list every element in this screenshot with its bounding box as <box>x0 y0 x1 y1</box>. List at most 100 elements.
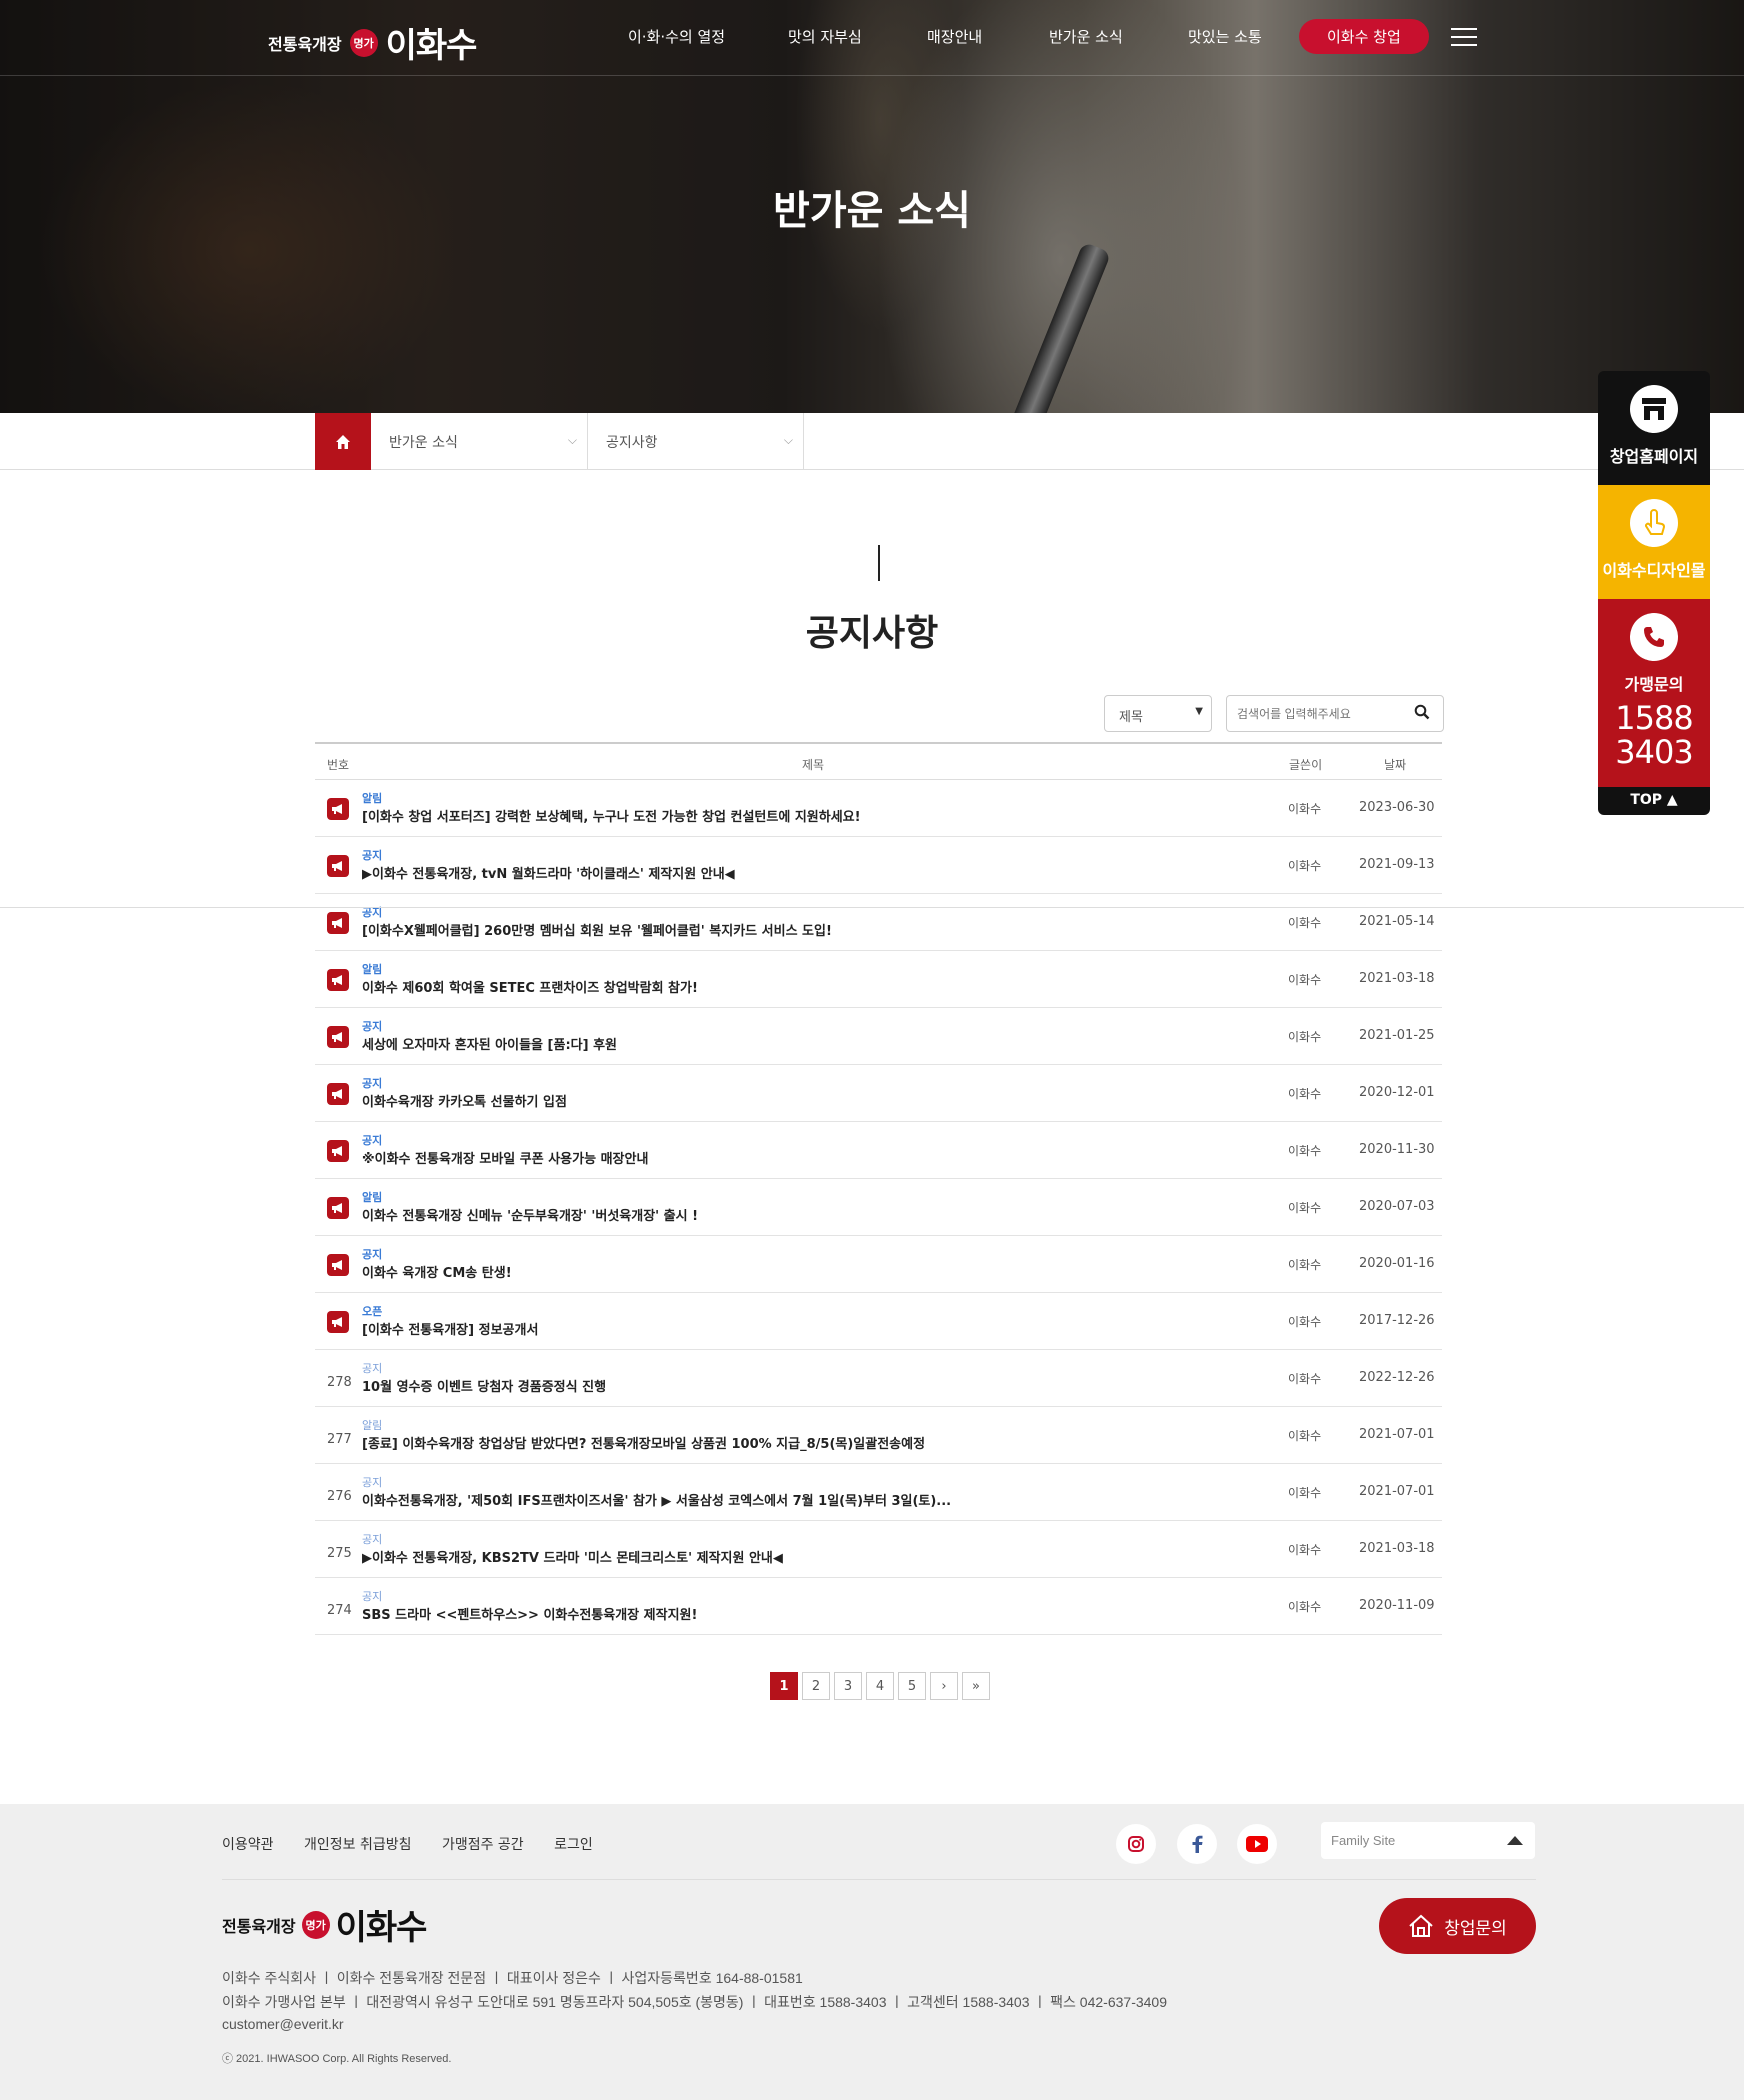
facebook-icon[interactable] <box>1177 1824 1217 1864</box>
table-row[interactable]: 공지 이화수 육개장 CM송 탄생! 이화수 2020-01-16 <box>315 1236 1442 1293</box>
megaphone-icon <box>327 1254 349 1276</box>
nav-item-community[interactable]: 맛있는 소통 <box>1188 26 1262 47</box>
col-date: 날짜 <box>1384 758 1407 772</box>
nav-item-passion[interactable]: 이·화·수의 열정 <box>628 26 725 47</box>
caret-up-icon <box>1507 1836 1523 1845</box>
page-2[interactable]: 2 <box>802 1672 830 1700</box>
row-number: 274 <box>327 1603 352 1618</box>
row-author: 이화수 <box>1288 1543 1322 1557</box>
row-date: 2017-12-26 <box>1359 1313 1435 1328</box>
row-date: 2021-07-01 <box>1359 1484 1435 1499</box>
row-number: 276 <box>327 1489 352 1504</box>
megaphone-icon <box>327 1026 349 1048</box>
franchise-homepage-button[interactable]: 창업홈페이지 <box>1598 371 1710 485</box>
page-5[interactable]: 5 <box>898 1672 926 1700</box>
row-category: 공지 <box>362 1020 383 1033</box>
table-row[interactable]: 공지 이화수육개장 카카오톡 선물하기 입점 이화수 2020-12-01 <box>315 1065 1442 1122</box>
table-row[interactable]: 알림 이화수 제60회 학여울 SETEC 프랜차이즈 창업박람회 참가! 이화수 2… <box>315 951 1442 1008</box>
pen-image <box>1008 241 1112 413</box>
franchise-inquiry-cta-label: 창업문의 <box>1444 1918 1507 1939</box>
nav-item-pride[interactable]: 맛의 자부심 <box>788 26 862 47</box>
megaphone-icon <box>327 1140 349 1162</box>
search-button[interactable] <box>1414 704 1432 722</box>
row-title-link[interactable]: [이화수X웰페어클럽] 260만명 멤버십 회원 보유 '웰페어클럽' 복지카드… <box>362 920 832 939</box>
instagram-icon[interactable] <box>1116 1824 1156 1864</box>
row-title-link[interactable]: ▶이화수 전통육개장, tvN 월화드라마 '하이클래스' 제작지원 안내◀ <box>362 863 735 882</box>
row-number: 275 <box>327 1546 352 1561</box>
search-input[interactable] <box>1226 695 1444 732</box>
megaphone-icon <box>327 798 349 820</box>
table-row[interactable]: 276 공지 이화수전통육개장, '제50회 IFS프랜차이즈서울' 참가 ▶ 서울… <box>315 1464 1442 1521</box>
copyright: ⓒ 2021. IHWASOO Corp. All Rights Reserve… <box>222 2053 452 2065</box>
row-category: 알림 <box>362 792 383 805</box>
subnav-page-label: 공지사항 <box>606 435 658 451</box>
table-row[interactable]: 공지 세상에 오자마자 혼자된 아이들을 [품:다] 후원 이화수 2021-01-2… <box>315 1008 1442 1065</box>
row-title-link[interactable]: ▶이화수 전통육개장, KBS2TV 드라마 '미스 몬테크리스토' 제작지원 … <box>362 1547 783 1566</box>
nav-item-news[interactable]: 반가운 소식 <box>1049 26 1123 47</box>
table-row[interactable]: 공지 ※이화수 전통육개장 모바일 쿠폰 사용가능 매장안내 이화수 2020-11-… <box>315 1122 1442 1179</box>
row-title-link[interactable]: [이화수 창업 서포터즈] 강력한 보상혜택, 누구나 도전 가능한 창업 컨설… <box>362 806 861 825</box>
table-row[interactable]: 278 공지 10월 영수증 이벤트 당첨자 경품증정식 진행 이화수 2022-12-… <box>315 1350 1442 1407</box>
row-category: 오픈 <box>362 1305 383 1318</box>
table-row[interactable]: 알림 이화수 전통육개장 신메뉴 '순두부육개장' '버섯육개장' 출시 ! 이화수… <box>315 1179 1442 1236</box>
subnav-select-section[interactable]: 반가운 소식 ⌵ <box>371 413 588 470</box>
row-date: 2020-11-09 <box>1359 1598 1435 1613</box>
family-site-select[interactable]: Family Site <box>1321 1822 1535 1859</box>
footer-link-franchisee[interactable]: 가맹점주 공간 <box>442 1837 524 1853</box>
row-title-link[interactable]: 이화수 육개장 CM송 탄생! <box>362 1262 512 1281</box>
phone-part-2: 3403 <box>1615 733 1693 771</box>
table-row[interactable]: 274 공지 SBS 드라마 <<펜트하우스>> 이화수전통육개장 제작지원! 이화수… <box>315 1578 1442 1635</box>
row-category: 공지 <box>362 1248 383 1261</box>
next-page-button[interactable]: › <box>930 1672 958 1700</box>
row-title-link[interactable]: SBS 드라마 <<펜트하우스>> 이화수전통육개장 제작지원! <box>362 1604 697 1623</box>
row-title-link[interactable]: 이화수육개장 카카오톡 선물하기 입점 <box>362 1091 567 1110</box>
chevron-down-icon: ▼ <box>1195 706 1203 717</box>
row-date: 2020-07-03 <box>1359 1199 1435 1214</box>
subnav-select-page[interactable]: 공지사항 ⌵ <box>588 413 804 470</box>
top-button[interactable]: TOP ▲ <box>1598 787 1710 815</box>
table-row[interactable]: 알림 [이화수 창업 서포터즈] 강력한 보상혜택, 누구나 도전 가능한 창업 … <box>315 780 1442 837</box>
row-title-link[interactable]: [이화수 전통육개장] 정보공개서 <box>362 1319 538 1338</box>
row-title-link[interactable]: ※이화수 전통육개장 모바일 쿠폰 사용가능 매장안내 <box>362 1148 648 1167</box>
row-title-link[interactable]: 이화수 전통육개장 신메뉴 '순두부육개장' '버섯육개장' 출시 ! <box>362 1205 698 1224</box>
hamburger-menu-icon[interactable] <box>1451 28 1477 48</box>
row-title-link[interactable]: 10월 영수증 이벤트 당첨자 경품증정식 진행 <box>362 1376 606 1395</box>
last-page-button[interactable]: » <box>962 1672 990 1700</box>
row-title-link[interactable]: [종료] 이화수육개장 창업상담 받았다면? 전통육개장모바일 상품권 100%… <box>362 1433 925 1452</box>
row-category: 알림 <box>362 1191 383 1204</box>
youtube-icon[interactable] <box>1237 1824 1277 1864</box>
footer-link-terms[interactable]: 이용약관 <box>222 1837 274 1853</box>
chevron-down-icon: ⌵ <box>567 433 577 447</box>
page-4[interactable]: 4 <box>866 1672 894 1700</box>
family-site-label: Family Site <box>1331 1833 1396 1848</box>
footer-link-login[interactable]: 로그인 <box>554 1837 593 1853</box>
page-1[interactable]: 1 <box>770 1672 798 1700</box>
footer-logo-subtitle: 전통육개장 <box>222 1916 296 1936</box>
row-author: 이화수 <box>1288 1258 1322 1272</box>
table-row[interactable]: 275 공지 ▶이화수 전통육개장, KBS2TV 드라마 '미스 몬테크리스토' … <box>315 1521 1442 1578</box>
franchise-cta-button[interactable]: 이화수 창업 <box>1299 19 1429 54</box>
sub-navigation: 반가운 소식 ⌵ 공지사항 ⌵ <box>0 413 1744 470</box>
page-3[interactable]: 3 <box>834 1672 862 1700</box>
row-date: 2021-03-18 <box>1359 971 1435 986</box>
table-row[interactable]: 공지 [이화수X웰페어클럽] 260만명 멤버십 회원 보유 '웰페어클럽' 복지… <box>315 894 1442 951</box>
table-row[interactable]: 277 알림 [종료] 이화수육개장 창업상담 받았다면? 전통육개장모바일 상품권… <box>315 1407 1442 1464</box>
home-button[interactable] <box>315 413 371 470</box>
row-author: 이화수 <box>1288 1372 1322 1386</box>
row-category: 공지 <box>362 1134 383 1147</box>
row-date: 2020-11-30 <box>1359 1142 1435 1157</box>
row-title-link[interactable]: 이화수 제60회 학여울 SETEC 프랜차이즈 창업박람회 참가! <box>362 977 698 996</box>
franchise-inquiry-cta[interactable]: 창업문의 <box>1379 1898 1536 1954</box>
col-num: 번호 <box>327 758 350 772</box>
nav-item-stores[interactable]: 매장안내 <box>927 26 982 47</box>
table-row[interactable]: 공지 ▶이화수 전통육개장, tvN 월화드라마 '하이클래스' 제작지원 안내◀… <box>315 837 1442 894</box>
megaphone-icon <box>327 1197 349 1219</box>
row-title-link[interactable]: 이화수전통육개장, '제50회 IFS프랜차이즈서울' 참가 ▶ 서울삼성 코엑… <box>362 1490 951 1509</box>
search-field-select[interactable]: 제목 ▼ <box>1104 695 1212 732</box>
franchise-inquiry-button[interactable]: 가맹문의 1588 3403 <box>1598 599 1710 787</box>
footer-link-privacy[interactable]: 개인정보 취급방침 <box>304 1837 412 1853</box>
design-mall-button[interactable]: 이화수디자인몰 <box>1598 485 1710 599</box>
row-title-link[interactable]: 세상에 오자마자 혼자된 아이들을 [품:다] 후원 <box>362 1034 617 1053</box>
table-row[interactable]: 오픈 [이화수 전통육개장] 정보공개서 이화수 2017-12-26 <box>315 1293 1442 1350</box>
row-category: 공지 <box>362 849 383 862</box>
